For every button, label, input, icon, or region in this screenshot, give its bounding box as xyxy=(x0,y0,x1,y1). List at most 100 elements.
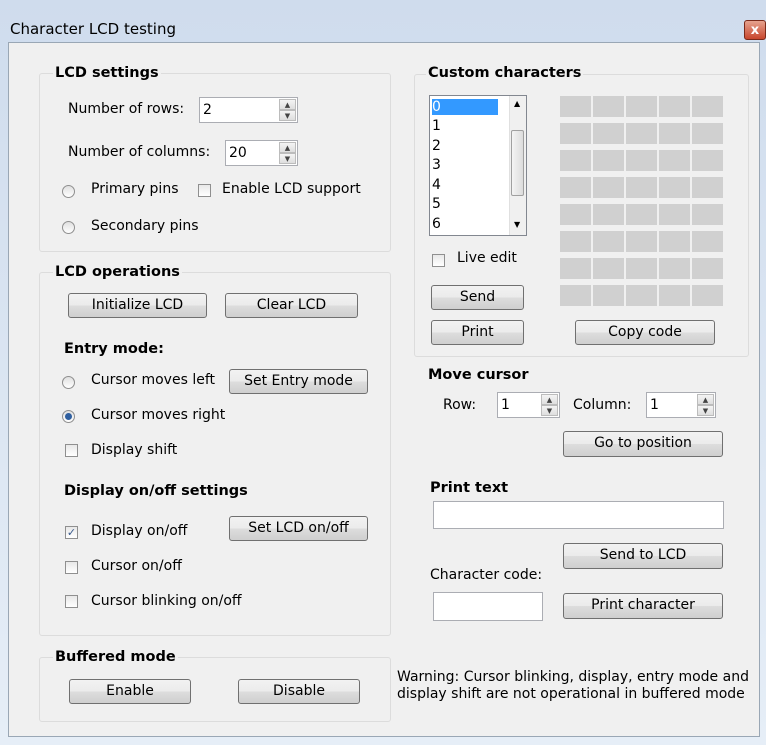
pixel-cell[interactable] xyxy=(593,150,624,171)
pixel-cell[interactable] xyxy=(560,285,591,306)
pixel-cell[interactable] xyxy=(560,204,591,225)
pixel-cell[interactable] xyxy=(659,150,690,171)
pixel-cell[interactable] xyxy=(692,96,723,117)
buffered-enable-button[interactable]: Enable xyxy=(69,679,191,704)
pixel-cell[interactable] xyxy=(626,204,657,225)
display-onoff-label[interactable]: Display on/off xyxy=(91,523,187,539)
column-spin-down-icon[interactable]: ▼ xyxy=(697,405,714,416)
rows-spin-up-icon[interactable]: ▲ xyxy=(279,99,296,110)
rows-spin-down-icon[interactable]: ▼ xyxy=(279,110,296,121)
scroll-down-icon[interactable]: ▼ xyxy=(514,220,520,229)
live-edit-label[interactable]: Live edit xyxy=(457,250,517,266)
list-item[interactable]: 3 xyxy=(432,157,441,173)
pixel-cell[interactable] xyxy=(593,96,624,117)
go-to-position-button[interactable]: Go to position xyxy=(563,431,723,457)
listbox-scrollbar[interactable]: ▲ ▼ xyxy=(509,96,526,235)
enable-lcd-support-checkbox[interactable] xyxy=(198,184,211,197)
cursor-blinking-checkbox[interactable] xyxy=(65,595,78,608)
character-code-input[interactable] xyxy=(433,592,543,621)
clear-lcd-button[interactable]: Clear LCD xyxy=(225,293,358,318)
buffered-disable-button[interactable]: Disable xyxy=(238,679,360,704)
scroll-thumb[interactable] xyxy=(511,130,524,196)
pixel-cell[interactable] xyxy=(626,231,657,252)
pixel-cell[interactable] xyxy=(626,150,657,171)
list-item[interactable]: 4 xyxy=(432,177,441,193)
pixel-cell[interactable] xyxy=(659,177,690,198)
pixel-cell[interactable] xyxy=(659,204,690,225)
pixel-cell[interactable] xyxy=(626,96,657,117)
pixel-cell[interactable] xyxy=(593,258,624,279)
pixel-cell[interactable] xyxy=(593,177,624,198)
pixel-cell[interactable] xyxy=(593,204,624,225)
row-spin-down-icon[interactable]: ▼ xyxy=(541,405,558,416)
pixel-cell[interactable] xyxy=(692,258,723,279)
primary-pins-label[interactable]: Primary pins xyxy=(91,181,179,197)
row-spinner[interactable]: 1 ▲ ▼ xyxy=(497,392,560,418)
pixel-cell[interactable] xyxy=(626,123,657,144)
cursor-left-label[interactable]: Cursor moves left xyxy=(91,372,215,388)
rows-spinner[interactable]: 2 ▲ ▼ xyxy=(199,97,298,123)
pixel-cell[interactable] xyxy=(560,177,591,198)
pixel-cell[interactable] xyxy=(692,231,723,252)
list-item[interactable]: 0 xyxy=(432,99,498,115)
send-to-lcd-button[interactable]: Send to LCD xyxy=(563,543,723,569)
enable-lcd-support-label[interactable]: Enable LCD support xyxy=(222,181,361,197)
pixel-cell[interactable] xyxy=(626,258,657,279)
scroll-up-icon[interactable]: ▲ xyxy=(514,99,520,108)
custom-char-listbox[interactable]: 0 1 2 3 4 5 6 ▲ ▼ xyxy=(429,95,527,236)
initialize-lcd-button[interactable]: Initialize LCD xyxy=(68,293,207,318)
display-shift-label[interactable]: Display shift xyxy=(91,442,177,458)
print-custom-char-button[interactable]: Print xyxy=(431,320,524,345)
pixel-cell[interactable] xyxy=(560,258,591,279)
pixel-cell[interactable] xyxy=(692,285,723,306)
print-character-button[interactable]: Print character xyxy=(563,593,723,619)
pixel-cell[interactable] xyxy=(626,285,657,306)
column-spinner[interactable]: 1 ▲ ▼ xyxy=(646,392,716,418)
pixel-cell[interactable] xyxy=(560,231,591,252)
pixel-cell[interactable] xyxy=(659,258,690,279)
pixel-cell[interactable] xyxy=(692,123,723,144)
cursor-blinking-label[interactable]: Cursor blinking on/off xyxy=(91,593,242,609)
pixel-cell[interactable] xyxy=(560,123,591,144)
pixel-cell[interactable] xyxy=(593,231,624,252)
cols-spinner[interactable]: 20 ▲ ▼ xyxy=(225,140,298,166)
display-shift-checkbox[interactable] xyxy=(65,444,78,457)
primary-pins-radio[interactable] xyxy=(62,185,75,198)
cursor-left-radio[interactable] xyxy=(62,376,75,389)
pixel-cell[interactable] xyxy=(626,177,657,198)
list-item[interactable]: 2 xyxy=(432,138,441,154)
cursor-right-radio[interactable] xyxy=(62,410,75,423)
pixel-cell[interactable] xyxy=(659,123,690,144)
display-onoff-checkbox[interactable]: ✓ xyxy=(65,526,78,539)
pixel-cell[interactable] xyxy=(593,285,624,306)
cols-spin-up-icon[interactable]: ▲ xyxy=(279,142,296,153)
pixel-cell[interactable] xyxy=(560,150,591,171)
cursor-right-label[interactable]: Cursor moves right xyxy=(91,407,225,423)
pixel-cell[interactable] xyxy=(593,123,624,144)
custom-char-pixel-grid[interactable] xyxy=(560,96,725,310)
pixel-cell[interactable] xyxy=(659,285,690,306)
pixel-cell[interactable] xyxy=(560,96,591,117)
pixel-cell[interactable] xyxy=(659,96,690,117)
list-item[interactable]: 5 xyxy=(432,196,441,212)
column-spin-up-icon[interactable]: ▲ xyxy=(697,394,714,405)
pixel-cell[interactable] xyxy=(659,231,690,252)
list-item[interactable]: 6 xyxy=(432,216,441,232)
copy-code-button[interactable]: Copy code xyxy=(575,320,715,345)
cursor-onoff-label[interactable]: Cursor on/off xyxy=(91,558,182,574)
pixel-cell[interactable] xyxy=(692,204,723,225)
send-custom-char-button[interactable]: Send xyxy=(431,285,524,310)
print-text-input[interactable] xyxy=(433,501,724,529)
pixel-cell[interactable] xyxy=(692,177,723,198)
pixel-cell[interactable] xyxy=(692,150,723,171)
live-edit-checkbox[interactable] xyxy=(432,254,445,267)
secondary-pins-label[interactable]: Secondary pins xyxy=(91,218,199,234)
set-entry-mode-button[interactable]: Set Entry mode xyxy=(229,369,368,394)
cols-spin-down-icon[interactable]: ▼ xyxy=(279,153,296,164)
secondary-pins-radio[interactable] xyxy=(62,221,75,234)
close-icon[interactable]: x xyxy=(744,20,766,40)
row-spin-up-icon[interactable]: ▲ xyxy=(541,394,558,405)
list-item[interactable]: 1 xyxy=(432,118,441,134)
set-lcd-onoff-button[interactable]: Set LCD on/off xyxy=(229,516,368,541)
cursor-onoff-checkbox[interactable] xyxy=(65,561,78,574)
